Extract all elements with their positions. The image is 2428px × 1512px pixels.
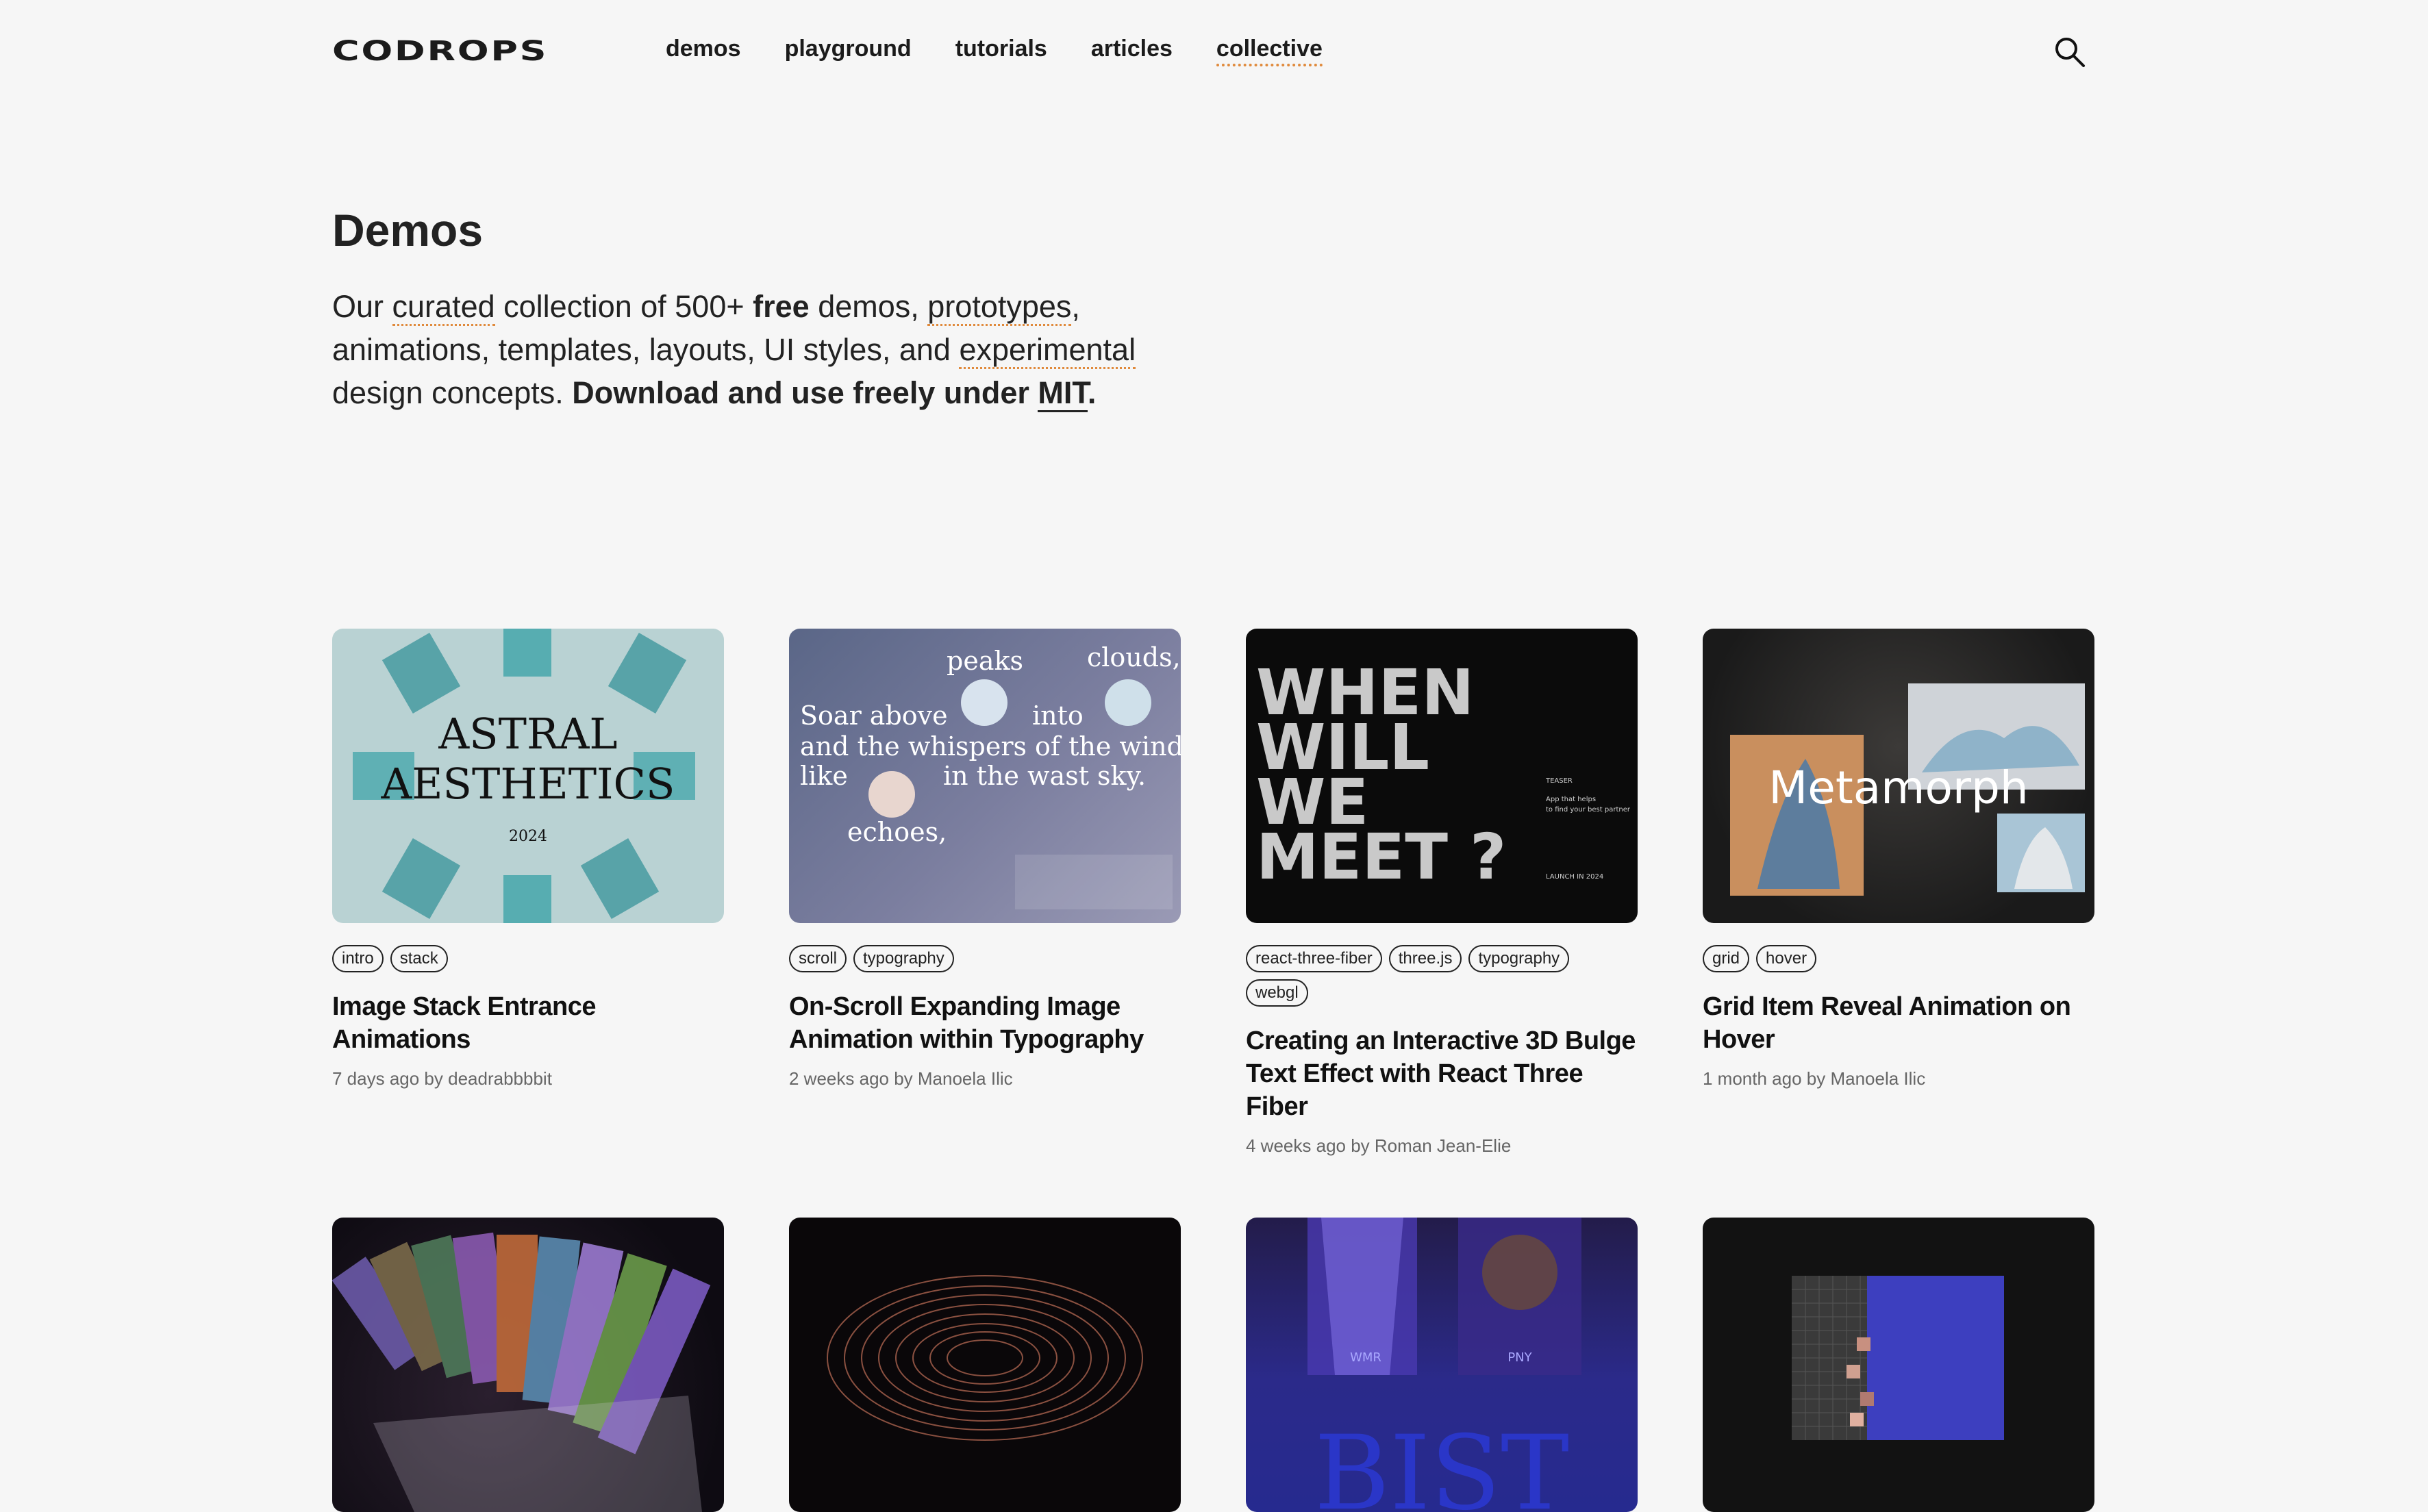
- art-title: Metamorph: [1768, 761, 2028, 814]
- art-word: into: [1032, 701, 1084, 731]
- link-curated[interactable]: curated: [392, 289, 495, 326]
- tag[interactable]: typography: [1468, 945, 1570, 972]
- tag[interactable]: stack: [390, 945, 448, 972]
- link-prototypes[interactable]: prototypes: [927, 289, 1072, 326]
- nav-playground[interactable]: playground: [785, 36, 912, 66]
- art-small-text: to find your best partner: [1546, 806, 1631, 814]
- tag[interactable]: three.js: [1388, 945, 1462, 972]
- demo-card[interactable]: [332, 1218, 724, 1512]
- tag[interactable]: webgl: [1246, 979, 1308, 1007]
- demo-thumbnail[interactable]: Metamorph: [1703, 629, 2094, 923]
- intro-text: .: [1087, 375, 1097, 410]
- demo-card[interactable]: [1703, 1218, 2094, 1512]
- tag-list: scroll typography: [789, 945, 1181, 972]
- demo-title[interactable]: Grid Item Reveal Animation on Hover: [1703, 990, 2094, 1056]
- art-label: PNY: [1507, 1350, 1532, 1365]
- demo-card[interactable]: peaks clouds, Soar above into and the wh…: [789, 629, 1181, 1089]
- demo-meta: 2 weeks ago by Manoela Ilic: [789, 1068, 1013, 1089]
- link-mit[interactable]: MIT: [1038, 375, 1088, 412]
- demo-meta: 4 weeks ago by Roman Jean-Elie: [1246, 1135, 1512, 1156]
- tag[interactable]: react-three-fiber: [1246, 945, 1382, 972]
- card-fan-artwork: [332, 1232, 711, 1512]
- tag[interactable]: typography: [853, 945, 954, 972]
- demo-card[interactable]: WMR PNY BIST: [1246, 1218, 1638, 1512]
- demo-card[interactable]: ASTRAL AESTHETICS 2024 intro stack Image…: [332, 629, 724, 1089]
- intro-text: Our: [332, 289, 392, 324]
- tag-list: intro stack: [332, 945, 724, 972]
- ring-tunnel-artwork: [827, 1275, 1143, 1441]
- nav-tutorials[interactable]: tutorials: [955, 36, 1047, 66]
- demo-thumbnail[interactable]: [332, 1218, 724, 1512]
- intro-text: collection of 500+: [495, 289, 753, 324]
- art-word: Soar above: [800, 701, 948, 731]
- art-word: in the wast sky.: [943, 761, 1146, 791]
- tag[interactable]: grid: [1703, 945, 1750, 972]
- art-title: BIST: [1314, 1414, 1569, 1512]
- search-icon[interactable]: [2053, 36, 2086, 68]
- demo-thumbnail[interactable]: peaks clouds, Soar above into and the wh…: [789, 629, 1181, 923]
- art-small-text: LAUNCH IN 2024: [1546, 873, 1603, 881]
- site-header: CODROPS demos playground tutorials artic…: [0, 0, 2428, 110]
- tag[interactable]: scroll: [789, 945, 847, 972]
- intro-text: design concepts.: [332, 375, 573, 410]
- demo-thumbnail[interactable]: [1703, 1218, 2094, 1512]
- demo-card[interactable]: Metamorph grid hover Grid Item Reveal An…: [1703, 629, 2094, 1089]
- scroll-typography-artwork: peaks clouds, Soar above into and the wh…: [800, 642, 1181, 909]
- artwork-title-line2: AESTHETICS: [381, 759, 675, 809]
- demo-meta: 7 days ago by deadrabbbbit: [332, 1068, 552, 1089]
- art-word: and the whispers of the wind: [800, 731, 1181, 761]
- tag[interactable]: intro: [332, 945, 384, 972]
- demo-title[interactable]: Creating an Interactive 3D Bulge Text Ef…: [1246, 1024, 1638, 1123]
- intro-section: Demos Our curated collection of 500+ fre…: [332, 204, 1223, 414]
- demo-thumbnail[interactable]: ASTRAL AESTHETICS 2024: [332, 629, 724, 923]
- demo-card[interactable]: WHEN WILL WE MEET ? TEASER App that help…: [1246, 629, 1638, 1157]
- demo-thumbnail[interactable]: [789, 1218, 1181, 1512]
- intro-download: Download and use freely under: [572, 375, 1038, 410]
- art-label: WMR: [1350, 1350, 1381, 1365]
- astral-aesthetics-artwork: ASTRAL AESTHETICS 2024: [353, 629, 695, 923]
- bulge-text-artwork: WHEN WILL WE MEET ? TEASER App that help…: [1256, 656, 1631, 894]
- link-experimental[interactable]: experimental: [959, 332, 1136, 369]
- tag-list: react-three-fiber three.js typography we…: [1246, 945, 1638, 1007]
- nav-collective[interactable]: collective: [1216, 36, 1323, 66]
- page-title: Demos: [332, 205, 484, 255]
- demo-thumbnail[interactable]: WMR PNY BIST: [1246, 1218, 1638, 1512]
- intro-description: Our curated collection of 500+ free demo…: [332, 285, 1223, 414]
- demo-title[interactable]: Image Stack Entrance Animations: [332, 990, 724, 1056]
- demo-card[interactable]: [789, 1218, 1181, 1512]
- intro-text: demos,: [809, 289, 928, 324]
- art-word: like: [800, 761, 848, 791]
- demo-thumbnail[interactable]: WHEN WILL WE MEET ? TEASER App that help…: [1246, 629, 1638, 923]
- art-word: peaks: [947, 646, 1023, 676]
- intro-free: free: [753, 289, 810, 324]
- pixel-grid-artwork: [1792, 1276, 2004, 1440]
- tag-list: grid hover: [1703, 945, 2094, 972]
- artwork-title-line1: ASTRAL: [438, 709, 617, 759]
- nav-demos[interactable]: demos: [666, 36, 741, 66]
- main-nav: demos playground tutorials articles coll…: [666, 36, 1323, 66]
- artwork-year: 2024: [509, 828, 547, 845]
- art-word: echoes,: [847, 817, 947, 847]
- art-word: clouds,: [1087, 642, 1181, 672]
- art-line: MEET ?: [1256, 820, 1506, 894]
- bist-artwork: WMR PNY BIST: [1307, 1218, 1581, 1512]
- demo-title[interactable]: On-Scroll Expanding Image Animation with…: [789, 990, 1181, 1056]
- art-small-text: TEASER: [1545, 777, 1573, 785]
- art-small-text: App that helps: [1546, 796, 1596, 803]
- site-logo[interactable]: CODROPS: [332, 36, 548, 67]
- metamorph-artwork: Metamorph: [1730, 683, 2085, 896]
- demo-meta: 1 month ago by Manoela Ilic: [1703, 1068, 1926, 1089]
- tag[interactable]: hover: [1756, 945, 1817, 972]
- nav-articles[interactable]: articles: [1091, 36, 1173, 66]
